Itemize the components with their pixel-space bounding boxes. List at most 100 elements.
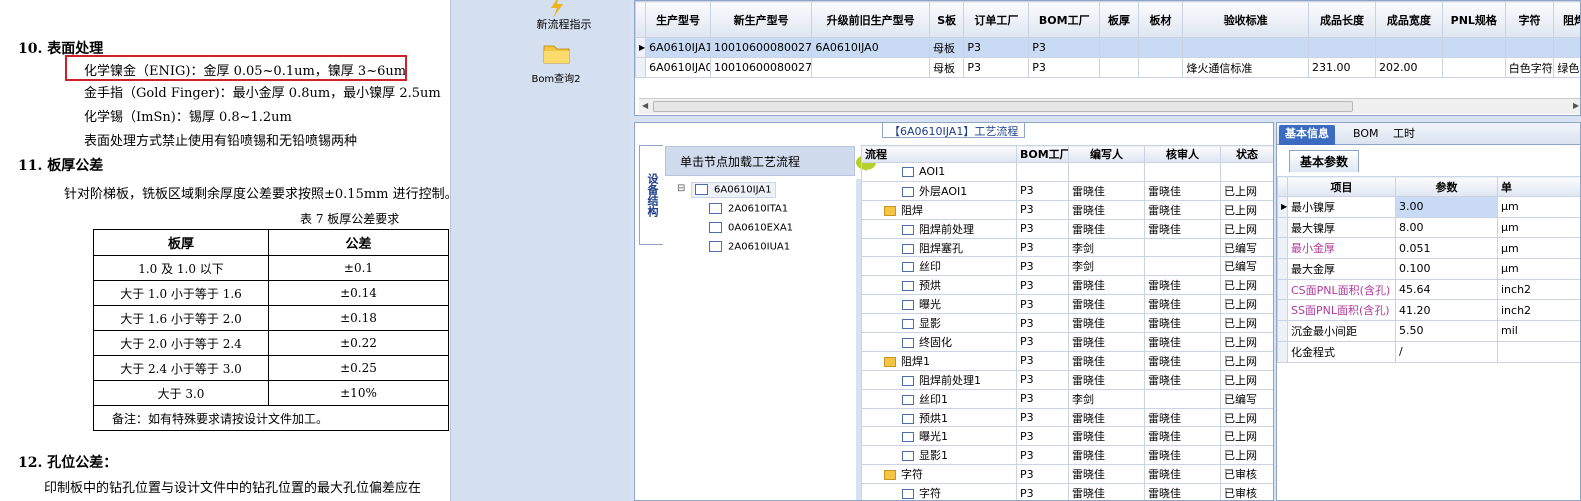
tab-basic-params[interactable]: 基本参数 <box>1289 150 1360 172</box>
table-cell[interactable]: 202.00 <box>1374 57 1443 78</box>
param-unit-cell[interactable]: μm <box>1497 216 1580 239</box>
param-name-cell[interactable]: 最大镍厚 <box>1287 216 1396 239</box>
row-indicator[interactable] <box>1277 258 1288 280</box>
table-cell[interactable]: 雷晓佳 <box>1144 426 1221 447</box>
col-header[interactable]: 订单工厂 <box>963 1 1030 38</box>
table-cell[interactable]: 已审核 <box>1220 483 1273 500</box>
table-cell[interactable]: 雷晓佳 <box>1068 369 1145 390</box>
table-cell[interactable]: 雷晓佳 <box>1144 445 1221 466</box>
col-header[interactable]: 板材 <box>1137 1 1184 38</box>
table-row[interactable]: 终固化 P3 雷晓佳 雷晓佳 已上网 <box>861 332 1273 352</box>
param-value-cell[interactable]: 45.64 <box>1395 278 1498 301</box>
table-cell[interactable]: P3 <box>1016 426 1069 447</box>
process-step-cell[interactable]: 外层AOI1 <box>861 180 1017 201</box>
table-cell[interactable] <box>1099 57 1139 78</box>
table-cell[interactable] <box>1099 37 1139 58</box>
table-cell[interactable]: P3 <box>1016 256 1069 277</box>
row-indicator[interactable] <box>1277 216 1288 239</box>
new-flow-button[interactable]: 新流程指示 <box>509 16 619 32</box>
process-step-cell[interactable]: 终固化 <box>861 332 1017 352</box>
folder-icon[interactable] <box>539 42 573 64</box>
table-row[interactable]: CS面PNL面积(含孔) 45.64 inch2 <box>1277 278 1580 301</box>
table-cell[interactable] <box>1144 388 1221 409</box>
table-row[interactable]: 阻焊1 P3 雷晓佳 雷晓佳 已上网 <box>861 350 1273 371</box>
table-row[interactable]: 阻焊 P3 雷晓佳 雷晓佳 已上网 <box>861 199 1273 220</box>
param-unit-cell[interactable]: mil <box>1497 320 1580 342</box>
col-header[interactable]: S板 <box>928 1 965 38</box>
param-unit-cell[interactable]: μm <box>1497 237 1580 260</box>
table-cell[interactable]: 雷晓佳 <box>1068 483 1145 500</box>
process-step-cell[interactable]: 显影1 <box>861 445 1017 466</box>
table-cell[interactable]: 李剑 <box>1068 388 1145 409</box>
table-cell[interactable]: 雷晓佳 <box>1068 199 1145 220</box>
param-name-cell[interactable]: 最小镍厚 <box>1287 196 1396 218</box>
table-cell[interactable]: 雷晓佳 <box>1144 464 1221 485</box>
process-step-cell[interactable]: 阻焊前处理 <box>861 218 1017 239</box>
process-step-cell[interactable]: 显影 <box>861 313 1017 334</box>
param-value-cell[interactable]: 41.20 <box>1395 299 1498 322</box>
table-cell[interactable] <box>1220 162 1273 182</box>
table-row[interactable]: 沉金最小间距 5.50 mil <box>1277 320 1580 342</box>
row-indicator[interactable]: ▶ <box>635 37 647 58</box>
horizontal-scrollbar[interactable]: ◀ ▶ <box>639 98 1580 114</box>
table-cell[interactable] <box>811 57 930 78</box>
table-row[interactable]: 显影 P3 雷晓佳 雷晓佳 已上网 <box>861 313 1273 334</box>
table-cell[interactable]: 已编写 <box>1220 256 1273 277</box>
col-header[interactable]: 成品宽度 <box>1374 1 1443 38</box>
col-header[interactable]: 单 <box>1497 176 1580 197</box>
table-cell[interactable]: 雷晓佳 <box>1068 407 1145 428</box>
col-header[interactable]: 成品长度 <box>1308 1 1376 38</box>
table-cell[interactable]: 已上网 <box>1220 332 1273 352</box>
table-cell[interactable]: 雷晓佳 <box>1144 294 1221 315</box>
table-row[interactable]: 最大金厚 0.100 μm <box>1277 258 1580 280</box>
table-cell[interactable]: P3 <box>1016 332 1069 352</box>
process-step-cell[interactable]: 阻焊 <box>861 199 1017 220</box>
process-step-cell[interactable]: 曝光 <box>861 294 1017 315</box>
tree-root-node[interactable]: 6A0610IJA1 <box>691 182 776 198</box>
table-cell[interactable] <box>1553 37 1580 58</box>
process-step-cell[interactable]: 预烘1 <box>861 407 1017 428</box>
scroll-left-icon[interactable]: ◀ <box>642 101 648 110</box>
table-cell[interactable]: P3 <box>1016 199 1069 220</box>
param-name-cell[interactable]: CS面PNL面积(含孔) <box>1287 278 1396 301</box>
tab-basic-info[interactable]: 基本信息 <box>1279 125 1335 145</box>
table-cell[interactable]: 雷晓佳 <box>1144 350 1221 371</box>
table-cell[interactable]: 李剑 <box>1068 256 1145 277</box>
param-value-cell[interactable]: 0.100 <box>1395 258 1498 280</box>
table-cell[interactable] <box>1144 256 1221 277</box>
col-header[interactable]: 参数 <box>1395 176 1498 197</box>
table-cell[interactable]: P3 <box>963 37 1030 58</box>
load-process-hint[interactable]: 单击节点加载工艺流程 <box>665 146 876 176</box>
row-indicator[interactable] <box>1277 278 1288 301</box>
param-value-cell[interactable]: 8.00 <box>1395 216 1498 239</box>
table-cell[interactable]: P3 <box>1016 218 1069 239</box>
table-cell[interactable]: P3 <box>1016 313 1069 334</box>
table-cell[interactable]: 已上网 <box>1220 313 1273 334</box>
table-cell[interactable]: 6A0610IJA0 <box>811 37 930 58</box>
table-cell[interactable]: P3 <box>1016 275 1069 296</box>
table-row[interactable]: ▶ 最小镍厚 3.00 μm <box>1277 196 1580 218</box>
table-row[interactable]: 阻焊前处理 P3 雷晓佳 雷晓佳 已上网 <box>861 218 1273 239</box>
process-step-cell[interactable]: 阻焊前处理1 <box>861 369 1017 390</box>
table-row[interactable]: ▶ 6A0610IJA1 10010600080027 6A0610IJA0 母板 P3 P… <box>635 37 1580 58</box>
table-row[interactable]: 字符 P3 雷晓佳 雷晓佳 已审核 <box>861 483 1273 500</box>
param-unit-cell[interactable]: inch2 <box>1497 278 1580 301</box>
table-cell[interactable]: 已上网 <box>1220 180 1273 201</box>
process-step-cell[interactable]: 曝光1 <box>861 426 1017 447</box>
table-cell[interactable]: 6A0610IJA1 <box>645 37 711 58</box>
table-cell[interactable] <box>1441 57 1506 78</box>
param-unit-cell[interactable]: inch2 <box>1497 299 1580 322</box>
table-cell[interactable] <box>1182 37 1310 58</box>
table-cell[interactable]: 已上网 <box>1220 426 1273 447</box>
table-cell[interactable] <box>1308 37 1376 58</box>
process-step-cell[interactable]: 字符 <box>861 483 1017 500</box>
table-row[interactable]: 曝光 P3 雷晓佳 雷晓佳 已上网 <box>861 294 1273 315</box>
process-step-cell[interactable]: 阻焊塞孔 <box>861 237 1017 258</box>
col-header[interactable]: 阻焊 <box>1553 1 1580 38</box>
process-step-cell[interactable]: 预烘 <box>861 275 1017 296</box>
table-cell[interactable] <box>1137 37 1184 58</box>
table-cell[interactable]: 已上网 <box>1220 218 1273 239</box>
row-indicator[interactable] <box>1277 237 1288 260</box>
table-row[interactable]: 曝光1 P3 雷晓佳 雷晓佳 已上网 <box>861 426 1273 447</box>
col-header[interactable]: BOM工厂 <box>1028 1 1101 38</box>
